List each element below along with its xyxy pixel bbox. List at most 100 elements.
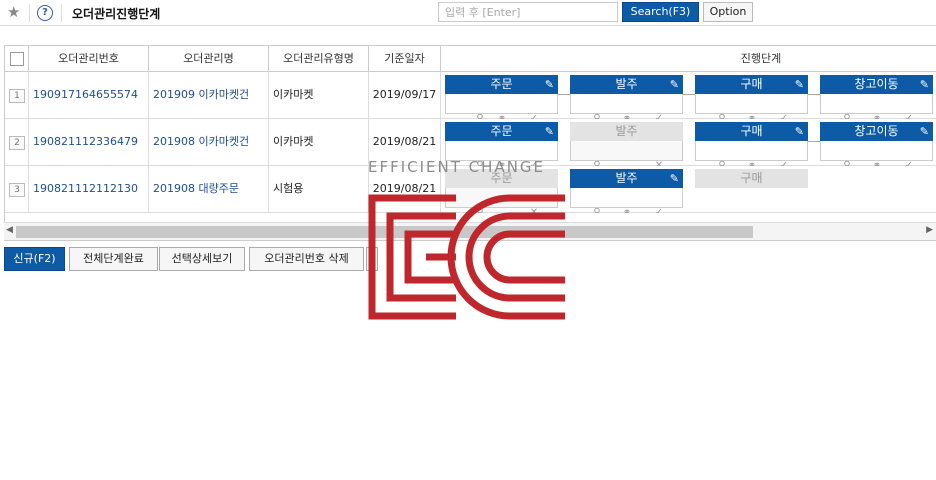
base-date-cell: 2019/09/17 (369, 72, 441, 119)
pencil-icon[interactable]: ✎ (920, 75, 929, 94)
link-icon[interactable]: ⚭ (619, 190, 635, 213)
search-icon[interactable]: ⚲ (589, 190, 605, 213)
x-icon[interactable]: ✕ (526, 190, 542, 213)
check-icon[interactable]: ✓ (901, 96, 917, 119)
row-number: 1 (9, 89, 25, 103)
x-icon[interactable]: ✕ (651, 143, 667, 166)
horizontal-scrollbar[interactable]: ◀ ▶ (4, 222, 936, 240)
order-no-cell: 190821112112130 (29, 166, 149, 213)
view-detail-button[interactable]: 선택상세보기 (159, 247, 245, 271)
stage-label: 창고이동 (854, 77, 899, 91)
order-no-link[interactable]: 190917164655574 (33, 88, 138, 101)
pencil-icon[interactable]: ✎ (670, 169, 679, 188)
scroll-right-arrow-icon[interactable]: ▶ (926, 225, 933, 235)
check-icon[interactable]: ✓ (901, 143, 917, 166)
stage-label: 주문 (490, 77, 513, 91)
search-icon[interactable]: ⚲ (839, 96, 855, 119)
order-name-link[interactable]: 201909 이카마켓건 (153, 88, 249, 101)
check-icon[interactable]: ✓ (776, 143, 792, 166)
help-icon[interactable]: ? (37, 5, 53, 21)
pencil-icon[interactable]: ✎ (545, 75, 554, 94)
header-order-no[interactable]: 오더관리번호 (29, 46, 149, 72)
stage-label: 구매 (740, 171, 763, 185)
check-icon[interactable]: ✓ (526, 96, 542, 119)
stage-label: 구매 (740, 124, 763, 138)
select-all-checkbox[interactable] (10, 52, 24, 66)
new-button[interactable]: 신규(F2) (4, 247, 65, 271)
order-no-link[interactable]: 190821112336479 (33, 135, 138, 148)
search-icon[interactable]: ⚲ (472, 143, 488, 166)
order-name-link[interactable]: 201908 이카마켓건 (153, 135, 249, 148)
order-name-cell: 201909 이카마켓건 (149, 72, 269, 119)
search-input[interactable] (438, 2, 618, 22)
header-progress[interactable]: 진행단계 (441, 46, 936, 72)
stage-label: 발주 (615, 171, 638, 185)
link-icon[interactable]: ⚭ (744, 96, 760, 119)
option-button[interactable]: Option (703, 2, 753, 22)
check-icon[interactable]: ✓ (651, 96, 667, 119)
order-name-link[interactable]: 201908 대량주문 (153, 182, 239, 195)
stage-label: 발주 (615, 124, 638, 138)
table-row[interactable]: 2 190821112336479 201908 이카마켓건 이카마켓 2019… (5, 119, 936, 166)
stage-buy-placeholder[interactable]: 구매 (695, 169, 808, 189)
search-icon[interactable]: ⚲ (714, 143, 730, 166)
order-name-cell: 201908 이카마켓건 (149, 119, 269, 166)
stage-label: 발주 (615, 77, 638, 91)
pencil-icon[interactable]: ✎ (670, 75, 679, 94)
grid-header: 오더관리번호 오더관리명 오더관리유형명 기준일자 진행단계 (5, 46, 936, 72)
pencil-icon[interactable]: ✎ (795, 122, 804, 141)
stage-label: 주문 (490, 171, 513, 185)
progress-cell: 주문 ⚲ ✕ 발주 ✎ ⚲ ⚭ ✓ 구매 (441, 166, 936, 213)
stage-purchase-order[interactable]: 발주 ✎ ⚲ ⚭ ✓ (570, 169, 683, 213)
stage-order-disabled[interactable]: 주문 ⚲ ✕ (445, 169, 558, 213)
search-icon[interactable]: ⚲ (714, 96, 730, 119)
link-icon[interactable]: ⚭ (494, 96, 510, 119)
complete-all-stages-button[interactable]: 전체단계완료 (69, 247, 158, 271)
check-icon[interactable]: ✓ (651, 190, 667, 213)
pencil-icon[interactable]: ✎ (920, 122, 929, 141)
header-order-type[interactable]: 오더관리유형명 (269, 46, 369, 72)
stage-order[interactable]: 주문 ✎ ⚲ ⚭ ✓ (445, 122, 558, 166)
stage-warehouse-move[interactable]: 창고이동 ✎ ⚲ ⚭ ✓ (820, 122, 933, 166)
header-order-name[interactable]: 오더관리명 (149, 46, 269, 72)
favorite-star-icon[interactable]: ★ (7, 3, 20, 21)
stage-purchase-order-disabled[interactable]: 발주 ⚲ ✕ (570, 122, 683, 166)
header-progress-label: 진행단계 (740, 52, 782, 65)
stage-label: 창고이동 (854, 124, 899, 138)
scrollbar-thumb[interactable] (16, 226, 753, 238)
link-icon[interactable]: ⚭ (869, 143, 885, 166)
delete-order-button[interactable]: 오더관리번호 삭제 (249, 247, 364, 271)
search-icon[interactable]: ⚲ (472, 190, 488, 213)
header-checkbox-cell (5, 46, 29, 72)
pencil-icon[interactable]: ✎ (795, 75, 804, 94)
table-row[interactable]: 1 190917164655574 201909 이카마켓건 이카마켓 2019… (5, 72, 936, 119)
scroll-left-arrow-icon[interactable]: ◀ (6, 225, 13, 235)
check-icon[interactable]: ✓ (776, 96, 792, 119)
stage-buy[interactable]: 구매 ✎ ⚲ ⚭ ✓ (695, 75, 808, 119)
pencil-icon[interactable]: ✎ (545, 122, 554, 141)
divider (29, 4, 30, 22)
base-date-cell: 2019/08/21 (369, 166, 441, 213)
check-icon[interactable]: ✓ (526, 143, 542, 166)
link-icon[interactable]: ⚭ (869, 96, 885, 119)
stage-warehouse-move[interactable]: 창고이동 ✎ ⚲ ⚭ ✓ (820, 75, 933, 119)
stage-order[interactable]: 주문 ✎ ⚲ ⚭ ✓ (445, 75, 558, 119)
search-icon[interactable]: ⚲ (589, 96, 605, 119)
link-icon[interactable]: ⚭ (744, 143, 760, 166)
search-icon[interactable]: ⚲ (472, 96, 488, 119)
search-button[interactable]: Search(F3) (622, 2, 699, 22)
stage-purchase-order[interactable]: 발주 ✎ ⚲ ⚭ ✓ (570, 75, 683, 119)
search-icon[interactable]: ⚲ (589, 143, 605, 166)
link-icon[interactable]: ⚭ (619, 96, 635, 119)
row-number: 3 (9, 183, 25, 197)
progress-cell: 주문 ✎ ⚲ ⚭ ✓ 발주 ⚲ ✕ 구매 ✎ ⚲ ⚭ ✓ 창고이동 ✎ ⚲ ⚭ ✓ (441, 119, 936, 166)
table-row[interactable]: 3 190821112112130 201908 대량주문 시험용 2019/0… (5, 166, 936, 213)
header-base-date[interactable]: 기준일자 (369, 46, 441, 72)
order-no-cell: 190917164655574 (29, 72, 149, 119)
more-arrow-icon[interactable]: ▸ (366, 247, 378, 271)
stage-buy[interactable]: 구매 ✎ ⚲ ⚭ ✓ (695, 122, 808, 166)
order-no-link[interactable]: 190821112112130 (33, 182, 138, 195)
order-progress-grid: 오더관리번호 오더관리명 오더관리유형명 기준일자 진행단계 1 1909171… (4, 45, 936, 241)
search-icon[interactable]: ⚲ (839, 143, 855, 166)
link-icon[interactable]: ⚭ (494, 143, 510, 166)
